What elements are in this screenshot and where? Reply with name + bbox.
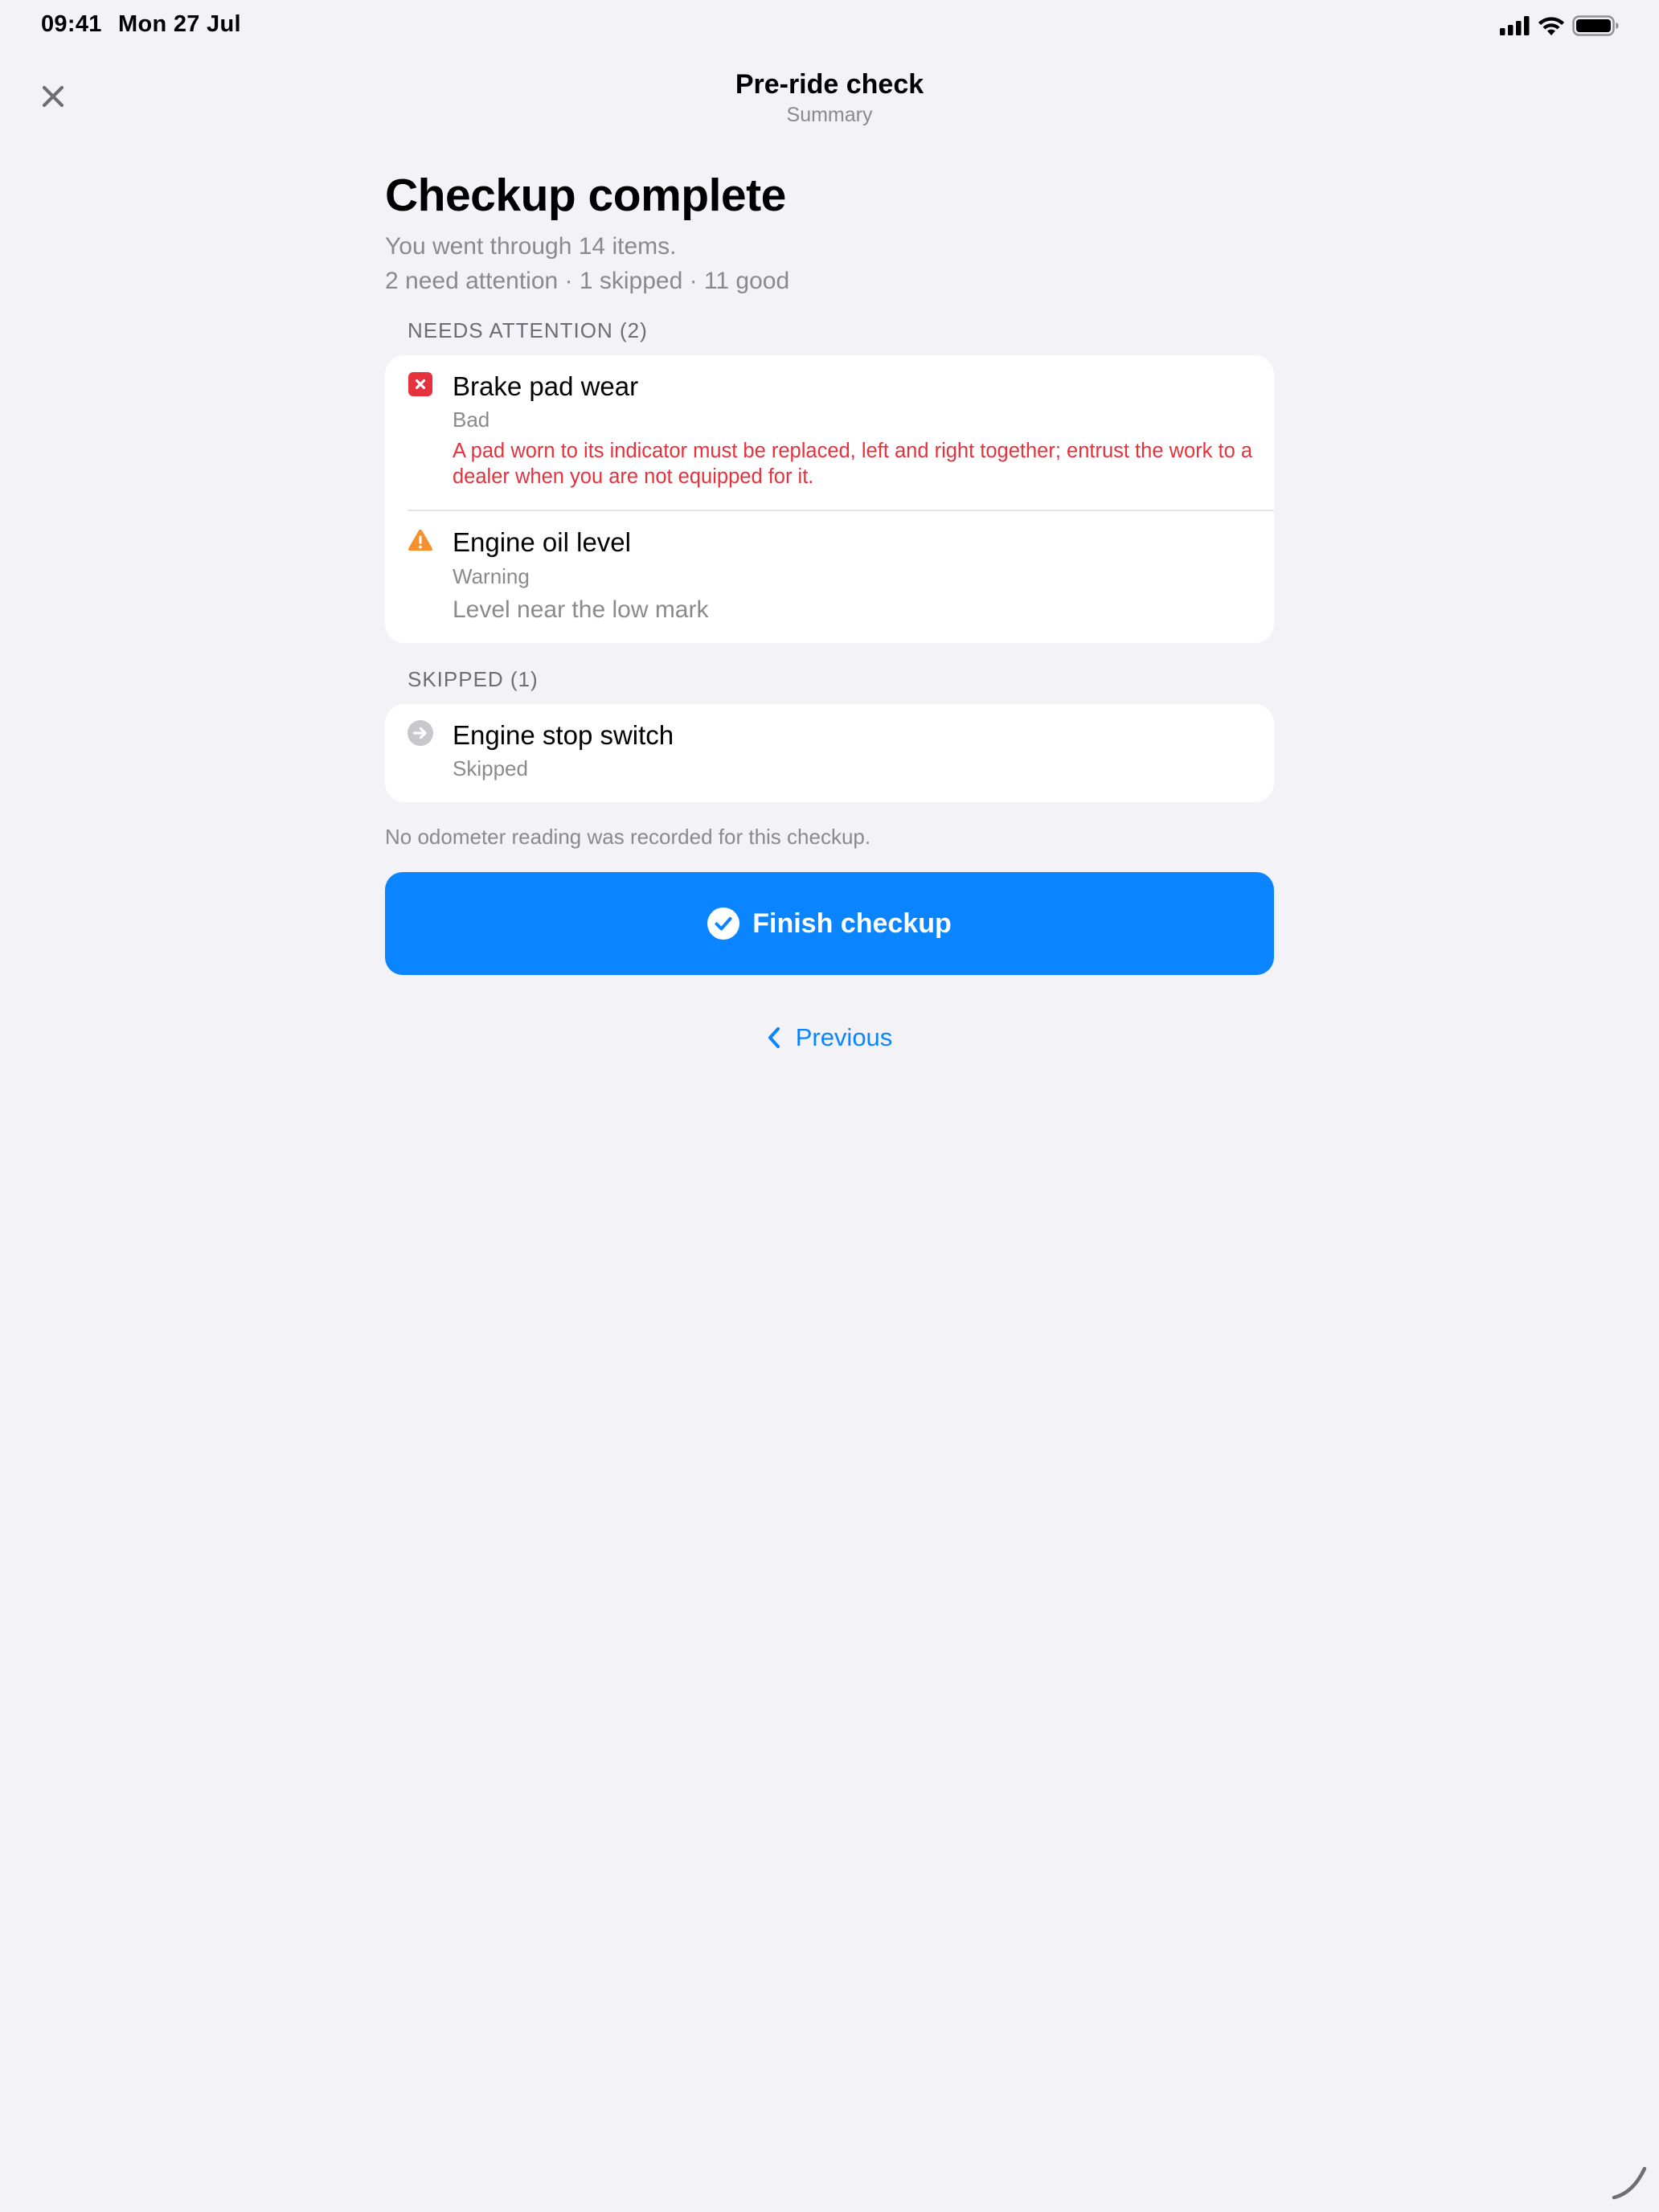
- item-note: A pad worn to its indicator must be repl…: [453, 440, 1253, 488]
- list-item-engine-stop-switch[interactable]: Engine stop switch Skipped: [385, 704, 1274, 802]
- previous-button[interactable]: Previous: [385, 1018, 1274, 1058]
- skipped-card: Engine stop switch Skipped: [385, 704, 1274, 802]
- needs-attention-card: Brake pad wear Bad A pad worn to its ind…: [385, 355, 1274, 643]
- section-header-needs-attention: NEEDS ATTENTION (2): [408, 318, 648, 342]
- section-header-skipped: SKIPPED (1): [408, 667, 539, 691]
- cellular-signal-icon: [1500, 16, 1530, 35]
- skip-arrow-icon: [408, 720, 433, 746]
- status-bar: 09:41 Mon 27 Jul: [0, 0, 1659, 51]
- item-title: Engine oil level: [453, 527, 631, 557]
- summary-items-count: You went through 14 items.: [385, 233, 677, 260]
- finish-checkup-label: Finish checkup: [752, 907, 952, 939]
- checkmark-circle-icon: [707, 907, 740, 940]
- summary-breakdown: 2 need attention · 1 skipped · 11 good: [385, 268, 790, 294]
- status-time: 09:41: [41, 11, 102, 37]
- odometer-footnote: No odometer reading was recorded for thi…: [385, 825, 871, 849]
- status-date: Mon 27 Jul: [118, 11, 241, 37]
- wifi-icon: [1538, 16, 1564, 35]
- list-item-brake-pad-wear[interactable]: Brake pad wear Bad A pad worn to its ind…: [385, 355, 1274, 510]
- item-status: Skipped: [453, 756, 528, 780]
- finish-checkup-button[interactable]: Finish checkup: [385, 872, 1274, 975]
- item-title: Engine stop switch: [453, 720, 674, 750]
- status-icons: [1500, 15, 1619, 36]
- item-title: Brake pad wear: [453, 371, 639, 401]
- item-status: Warning: [453, 564, 530, 588]
- nav-title: Pre-ride check: [735, 69, 924, 100]
- previous-label: Previous: [795, 1023, 893, 1051]
- error-x-icon: [408, 371, 433, 397]
- battery-icon: [1572, 15, 1619, 36]
- item-note: Level near the low mark: [453, 596, 709, 623]
- nav-subtitle: Summary: [786, 104, 873, 126]
- list-item-engine-oil-level[interactable]: Engine oil level Warning Level near the …: [385, 511, 1274, 643]
- warning-triangle-icon: [408, 527, 433, 553]
- resize-handle-icon[interactable]: [1609, 2162, 1649, 2202]
- page-title: Checkup complete: [385, 170, 786, 221]
- chevron-left-icon: [768, 1027, 780, 1048]
- item-status: Bad: [453, 408, 490, 432]
